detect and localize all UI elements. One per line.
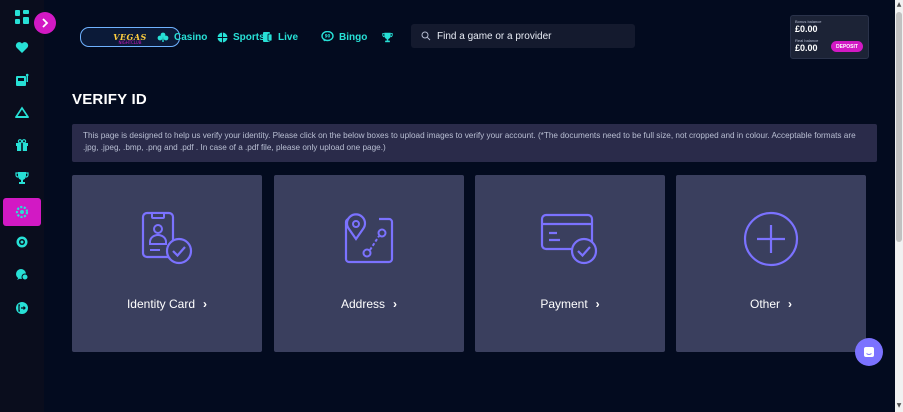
search-placeholder: Find a game or a provider <box>437 30 552 42</box>
trophy-icon[interactable] <box>11 167 33 189</box>
gift-icon[interactable] <box>11 134 33 156</box>
svg-text:90: 90 <box>325 34 331 39</box>
id-card-check-icon <box>141 211 193 265</box>
chat-help-icon[interactable] <box>11 264 33 286</box>
credit-card-check-icon <box>540 213 598 265</box>
chevron-right-icon: › <box>788 297 792 311</box>
bingo-icon: 90 <box>321 31 334 42</box>
identity-card-upload-tile[interactable]: Identity Card › <box>72 175 262 352</box>
chat-icon <box>864 347 874 357</box>
balance-panel: Bonus balance £0.00 Real balance £0.00 D… <box>790 15 869 59</box>
logout-icon[interactable] <box>11 297 33 319</box>
card-icon[interactable] <box>11 101 33 123</box>
payment-label: Payment › <box>475 297 665 311</box>
instructions-text: This page is designed to help us verify … <box>83 131 856 152</box>
nav-bingo[interactable]: 90 Bingo <box>321 28 367 46</box>
slot-machine-icon[interactable] <box>11 69 33 91</box>
grid-icon[interactable] <box>11 6 33 28</box>
clubs-icon <box>157 32 169 42</box>
address-upload-tile[interactable]: Address › <box>274 175 464 352</box>
map-route-icon <box>344 213 394 264</box>
scroll-thumb[interactable] <box>896 12 902 242</box>
nav-sports[interactable]: Sports <box>217 28 265 46</box>
other-upload-tile[interactable]: Other › <box>676 175 866 352</box>
address-label: Address › <box>274 297 464 311</box>
live-cards-icon <box>263 32 273 42</box>
sidebar <box>0 0 44 412</box>
nav-tournaments[interactable] <box>382 28 398 46</box>
nav-label: Bingo <box>339 31 368 43</box>
real-balance-value: £0.00 <box>795 43 818 53</box>
live-chat-button[interactable] <box>855 338 883 366</box>
deposit-button[interactable]: DEPOSIT <box>831 41 863 52</box>
page-title: VERIFY ID <box>72 91 147 108</box>
nav-label: Sports <box>233 31 265 43</box>
nav-live[interactable]: Live <box>262 28 298 46</box>
top-bar: VEGAS NIGHTCLUB Casino Sports Live 90 Bi… <box>44 0 891 72</box>
identity-card-label: Identity Card › <box>72 297 262 311</box>
scroll-down-icon[interactable]: ▼ <box>896 402 902 410</box>
ball-icon <box>217 32 228 42</box>
card-label-text: Other <box>749 297 780 311</box>
other-label: Other › <box>676 297 866 311</box>
card-label-text: Payment <box>540 297 588 311</box>
chevron-right-icon: › <box>595 297 600 311</box>
chevron-right-icon: › <box>393 297 398 311</box>
vertical-scrollbar[interactable]: ▲ ▼ <box>895 0 903 412</box>
heart-icon[interactable] <box>11 36 33 58</box>
trophy-icon <box>382 32 393 42</box>
card-label-text: Identity Card <box>126 297 196 311</box>
instructions-notice: This page is designed to help us verify … <box>72 124 877 162</box>
nav-label: Casino <box>174 31 208 43</box>
search-input[interactable]: Find a game or a provider <box>411 24 635 48</box>
card-label-text: Address <box>340 297 386 311</box>
nav-label: Live <box>278 31 299 43</box>
settings-icon[interactable] <box>11 201 33 223</box>
search-icon <box>421 31 431 41</box>
plus-circle-icon <box>743 211 799 267</box>
bonus-balance-value: £0.00 <box>795 24 818 34</box>
payment-upload-tile[interactable]: Payment › <box>475 175 665 352</box>
nav-casino[interactable]: Casino <box>157 28 207 46</box>
chevron-right-icon: › <box>203 297 208 311</box>
target-icon[interactable] <box>11 231 33 253</box>
scroll-up-icon[interactable]: ▲ <box>896 1 902 9</box>
